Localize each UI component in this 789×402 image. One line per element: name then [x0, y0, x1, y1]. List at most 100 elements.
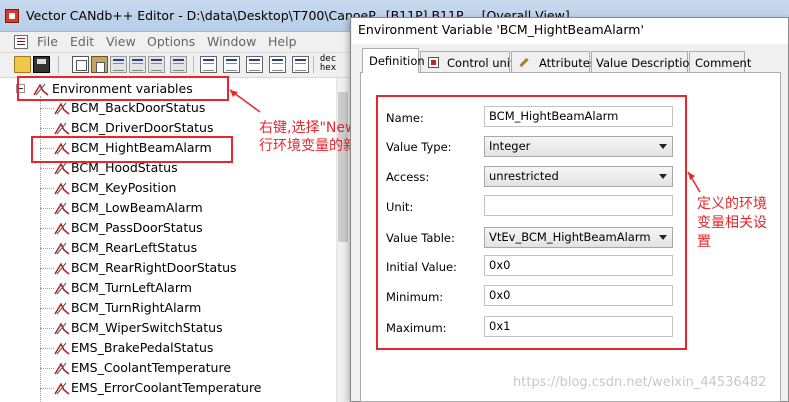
tree-item[interactable]: EMS_ErrorCoolantTemperature	[40, 378, 330, 398]
tab-control-units-label: Control units	[447, 56, 521, 70]
annotation-box-definition-fields	[376, 95, 687, 350]
tree-item-label: BCM_TurnLeftAlarm	[71, 280, 192, 295]
environment-variable-icon	[54, 281, 70, 295]
annotation-box-selected-variable	[31, 136, 233, 163]
tree-item[interactable]: BCM_KeyPosition	[40, 178, 330, 198]
tree-branch-line	[40, 368, 54, 369]
tab-control-units[interactable]: Control units	[420, 51, 521, 72]
delete-icon[interactable]	[110, 56, 127, 73]
environment-variable-icon	[54, 261, 70, 275]
tree-branch-line	[40, 168, 54, 169]
tree-item[interactable]: BCM_RearLeftStatus	[40, 238, 330, 258]
annotation-define-line2: 变量相关设	[697, 215, 767, 231]
tree-item-label: BCM_PassDoorStatus	[71, 220, 203, 235]
tree-item[interactable]: BCM_WiperSwitchStatus	[40, 318, 330, 338]
grid-view-icon[interactable]	[269, 56, 286, 73]
environment-variable-icon	[54, 241, 70, 255]
environment-variable-icon	[54, 201, 70, 215]
report-view-icon[interactable]	[292, 56, 309, 73]
tree-item-label: BCM_DriverDoorStatus	[71, 120, 214, 135]
annotation-arrow	[229, 89, 261, 113]
environment-variable-icon	[54, 301, 70, 315]
tree-item-label: BCM_RearRightDoorStatus	[71, 260, 237, 275]
tree-item-label: BCM_KeyPosition	[71, 180, 177, 195]
table-view-icon[interactable]	[246, 56, 263, 73]
menu-window[interactable]: Window	[207, 34, 256, 49]
document-menu-icon[interactable]	[14, 35, 28, 49]
tree-branch-line	[40, 208, 54, 209]
pencil-icon	[518, 57, 529, 68]
undo-icon[interactable]	[129, 56, 146, 73]
tree-item[interactable]: BCM_LowBeamAlarm	[40, 198, 330, 218]
hex-label: hex	[319, 63, 337, 73]
tree-item-label: BCM_RearLeftStatus	[71, 240, 198, 255]
menu-options[interactable]: Options	[147, 34, 195, 49]
environment-variable-icon	[54, 381, 70, 395]
tree-branch-line	[40, 188, 54, 189]
toolbar-separator	[313, 56, 314, 73]
tree-item-label: BCM_TurnRightAlarm	[71, 300, 202, 315]
environment-variable-icon	[54, 101, 70, 115]
open-folder-icon[interactable]	[14, 56, 31, 73]
tab-definition-label: Definition	[369, 54, 425, 68]
tab-value-descriptions[interactable]: Value Descriptions	[591, 51, 703, 72]
tree-branch-line	[40, 328, 54, 329]
tree-item[interactable]: BCM_PassDoorStatus	[40, 218, 330, 238]
annotation-define-line3: 置	[697, 234, 711, 250]
tree-item-label: BCM_WiperSwitchStatus	[71, 320, 223, 335]
tree-branch-line	[40, 348, 54, 349]
tree-item[interactable]: EMS_CoolantTemperature	[40, 358, 330, 378]
environment-variable-icon	[54, 321, 70, 335]
tree-item[interactable]: BCM_RearRightDoorStatus	[40, 258, 330, 278]
tree-branch-line	[40, 128, 54, 129]
tree-item-label: EMS_BrakePedalStatus	[71, 340, 214, 355]
tree-item-label: BCM_BackDoorStatus	[71, 100, 206, 115]
tree-branch-line	[40, 268, 54, 269]
details-view-icon[interactable]	[223, 56, 240, 73]
tree-branch-line	[40, 388, 54, 389]
tree-item-label: EMS_ErrorCoolantTemperature	[71, 380, 262, 395]
tab-definition[interactable]: Definition	[362, 48, 425, 73]
tab-attributes-label: Attributes	[539, 56, 596, 70]
tree-item[interactable]: EMS_BrakePedalStatus	[40, 338, 330, 358]
menu-file[interactable]: File	[37, 34, 58, 49]
tree-item[interactable]: BCM_TurnRightAlarm	[40, 298, 330, 318]
tab-attributes[interactable]: Attributes	[511, 51, 596, 72]
list-view-icon[interactable]	[200, 56, 217, 73]
control-unit-icon	[428, 57, 439, 68]
tree-item[interactable]: BCM_BackDoorStatus	[40, 98, 330, 118]
environment-variable-icon	[54, 341, 70, 355]
menu-help[interactable]: Help	[268, 34, 297, 49]
menu-edit[interactable]: Edit	[70, 34, 94, 49]
environment-variable-icon	[54, 221, 70, 235]
watermark: https://blog.csdn.net/weixin_44536482	[513, 375, 767, 390]
annotation-define-line1: 定义的环境	[697, 196, 767, 212]
tree-branch-line	[40, 288, 54, 289]
tree-branch-line	[40, 108, 54, 109]
tree-item[interactable]: BCM_TurnLeftAlarm	[40, 278, 330, 298]
menu-view[interactable]: View	[106, 34, 136, 49]
paste-icon[interactable]	[91, 56, 108, 73]
environment-variable-icon	[54, 361, 70, 375]
environment-variable-icon	[54, 121, 70, 135]
tree-scrollbar-thumb[interactable]	[338, 92, 348, 242]
redo-icon[interactable]	[148, 56, 165, 73]
app-icon	[5, 9, 19, 23]
tab-comment[interactable]: Comment	[689, 51, 751, 72]
toolbar-separator	[193, 56, 194, 73]
annotation-box-environment-variables	[17, 76, 229, 101]
environment-variable-icon	[54, 181, 70, 195]
environment-variable-icon	[54, 161, 70, 175]
properties-icon[interactable]	[170, 56, 187, 73]
tree-item-label: BCM_LowBeamAlarm	[71, 200, 203, 215]
tab-value-descriptions-label: Value Descriptions	[596, 56, 703, 70]
tree-branch-line	[40, 308, 54, 309]
toolbar-separator	[58, 56, 59, 73]
tree-item-label: EMS_CoolantTemperature	[71, 360, 232, 375]
tree-branch-line	[40, 248, 54, 249]
save-icon[interactable]	[33, 56, 50, 73]
copy-icon[interactable]	[72, 56, 89, 73]
tree-branch-line	[40, 228, 54, 229]
tab-comment-label: Comment	[695, 56, 752, 70]
dec-hex-toggle[interactable]: dec hex	[317, 55, 339, 75]
